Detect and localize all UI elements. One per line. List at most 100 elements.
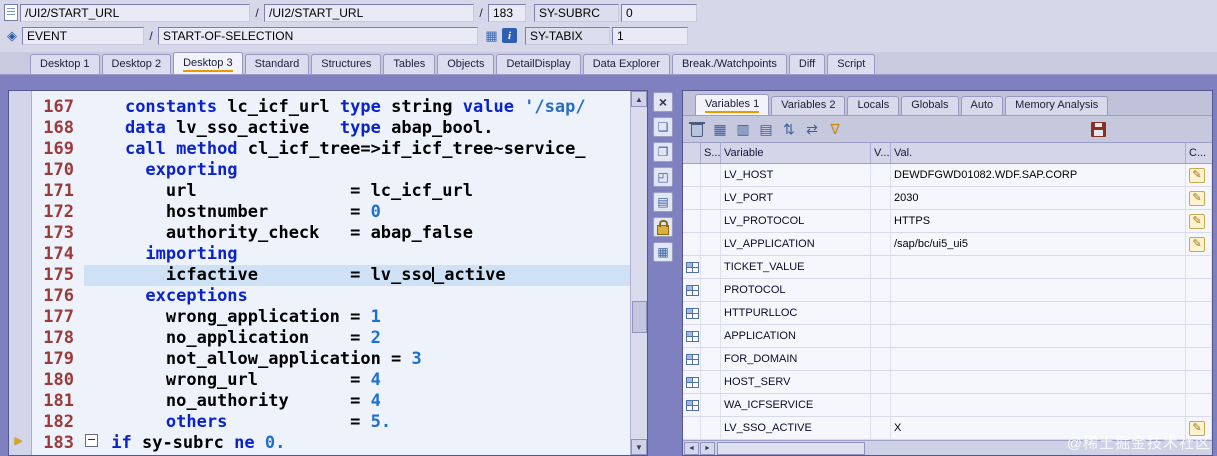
scroll-up-icon[interactable] [631, 91, 647, 107]
code-line-183[interactable]: 183 if sy-subrc ne 0. [32, 433, 631, 454]
code-line-177[interactable]: 177 wrong_application = 1 [32, 307, 631, 328]
variable-name-cell[interactable]: APPLICATION [721, 325, 871, 347]
value-cell[interactable] [891, 394, 1186, 416]
list-icon[interactable]: ▤ [653, 192, 673, 212]
value-cell[interactable]: /sap/bc/ui5_ui5 [891, 233, 1186, 255]
line-number-field[interactable]: 183 [488, 3, 526, 22]
variable-name-cell[interactable]: HOST_SERV [721, 371, 871, 393]
table-view-icon[interactable]: ▤ [757, 120, 775, 138]
event-type-field[interactable]: EVENT [22, 26, 144, 45]
code-line-181[interactable]: 181 no_authority = 4 [32, 391, 631, 412]
code-line-176[interactable]: 176 exceptions [32, 286, 631, 307]
variable-name-cell[interactable]: LV_APPLICATION [721, 233, 871, 255]
value-cell[interactable]: HTTPS [891, 210, 1186, 232]
include-field[interactable]: /UI2/START_URL [264, 3, 474, 22]
unlock-icon[interactable] [653, 217, 673, 237]
code-line-172[interactable]: 172 hostnumber = 0 [32, 202, 631, 223]
tab-diff[interactable]: Diff [788, 54, 826, 74]
code-line-171[interactable]: 171 url = lc_icf_url [32, 181, 631, 202]
tab-tables[interactable]: Tables [383, 54, 436, 74]
value-cell[interactable] [891, 256, 1186, 278]
variable-name-cell[interactable]: TICKET_VALUE [721, 256, 871, 278]
variable-row-httpurlloc[interactable]: HTTPURLLOC [683, 302, 1212, 325]
tab-data-explorer[interactable]: Data Explorer [582, 54, 670, 74]
delete-icon[interactable] [688, 120, 706, 138]
tab-script[interactable]: Script [827, 54, 876, 74]
variable-row-ticket-value[interactable]: TICKET_VALUE [683, 256, 1212, 279]
column-header-val[interactable]: Val. [891, 143, 1186, 163]
new-session-icon[interactable]: ❏ [653, 117, 673, 137]
change-layout-icon[interactable]: ▦ [711, 120, 729, 138]
tab-locals[interactable]: Locals [847, 96, 900, 115]
variable-row-host-serv[interactable]: HOST_SERV [683, 371, 1212, 394]
code-line-169[interactable]: 169 call method cl_icf_tree=>if_icf_tree… [32, 139, 631, 160]
event-name-field[interactable]: START-OF-SELECTION [158, 26, 478, 45]
variable-row-lv-protocol[interactable]: LV_PROTOCOL HTTPS [683, 210, 1212, 233]
scroll-left-icon[interactable] [684, 442, 699, 455]
value-cell[interactable]: 2030 [891, 187, 1186, 209]
editor-vertical-scrollbar[interactable] [630, 91, 647, 455]
column-header-variable[interactable]: Variable [721, 143, 871, 163]
variable-name-cell[interactable]: HTTPURLLOC [721, 302, 871, 324]
variable-name-cell[interactable]: FOR_DOMAIN [721, 348, 871, 370]
variable-row-lv-port[interactable]: LV_PORT 2030 [683, 187, 1212, 210]
main-program-field[interactable]: /UI2/START_URL [20, 3, 250, 22]
tab-memory-analysis[interactable]: Memory Analysis [1005, 96, 1109, 115]
variable-row-wa-icfservice[interactable]: WA_ICFSERVICE [683, 394, 1212, 417]
code-editor[interactable]: 167 constants lc_icf_url type string val… [8, 90, 648, 456]
edit-value-icon[interactable] [1189, 190, 1205, 206]
tab-standard[interactable]: Standard [244, 54, 310, 74]
scroll-right-icon[interactable] [700, 442, 715, 455]
tab-desktop-2[interactable]: Desktop 2 [101, 54, 172, 74]
value-cell[interactable] [891, 279, 1186, 301]
variable-row-protocol[interactable]: PROTOCOL [683, 279, 1212, 302]
value-cell[interactable] [891, 371, 1186, 393]
tab-variables-2[interactable]: Variables 2 [771, 96, 846, 115]
scrollbar-thumb[interactable] [717, 442, 865, 455]
variable-name-cell[interactable]: PROTOCOL [721, 279, 871, 301]
column-header-v[interactable]: V... [871, 143, 891, 163]
sy-subrc-value-field[interactable]: 0 [621, 3, 697, 22]
sort-icon[interactable]: ⇅ [780, 120, 798, 138]
filter-icon[interactable]: ∇ [826, 120, 844, 138]
edit-value-icon[interactable] [1189, 213, 1205, 229]
tab-desktop-3[interactable]: Desktop 3 [173, 52, 243, 74]
value-cell[interactable]: DEWDFGWD01082.WDF.SAP.CORP [891, 164, 1186, 186]
variable-name-cell[interactable]: LV_PROTOCOL [721, 210, 871, 232]
code-line-175[interactable]: 175 icfactive = lv_sso _active [32, 265, 631, 286]
code-line-167[interactable]: 167 constants lc_icf_url type string val… [32, 97, 631, 118]
sy-tabix-value-field[interactable]: 1 [612, 26, 688, 45]
collapse-icon[interactable] [85, 434, 98, 447]
code-line-178[interactable]: 178 no_application = 2 [32, 328, 631, 349]
tab-globals[interactable]: Globals [901, 96, 959, 115]
code-line-179[interactable]: 179 not_allow_application = 3 [32, 349, 631, 370]
scroll-down-icon[interactable] [631, 439, 647, 455]
save-layout-icon[interactable] [1089, 120, 1107, 138]
variable-row-lv-host[interactable]: LV_HOST DEWDFGWD01082.WDF.SAP.CORP [683, 164, 1212, 187]
value-cell[interactable] [891, 348, 1186, 370]
variable-row-for-domain[interactable]: FOR_DOMAIN [683, 348, 1212, 371]
maximize-icon[interactable]: ◰ [653, 167, 673, 187]
variable-name-cell[interactable]: LV_PORT [721, 187, 871, 209]
scrollbar-thumb[interactable] [632, 301, 647, 333]
value-cell[interactable] [891, 325, 1186, 347]
tab-structures[interactable]: Structures [311, 54, 382, 74]
copy-icon[interactable]: ❐ [653, 142, 673, 162]
table-display-icon[interactable]: ▦ [484, 28, 499, 44]
code-line-174[interactable]: 174 importing [32, 244, 631, 265]
code-line-168[interactable]: 168 data lv_sso_active type abap_bool. [32, 118, 631, 139]
tab-break-watchpoints[interactable]: Break./Watchpoints [671, 54, 787, 74]
variable-row-lv-application[interactable]: LV_APPLICATION/sap/bc/ui5_ui5 [683, 233, 1212, 256]
column-header-c[interactable]: C... [1186, 143, 1212, 163]
code-line-180[interactable]: 180 wrong_url = 4 [32, 370, 631, 391]
tab-objects[interactable]: Objects [437, 54, 495, 74]
variable-name-cell[interactable]: WA_ICFSERVICE [721, 394, 871, 416]
insert-row-icon[interactable]: ▥ [734, 120, 752, 138]
tab-variables-1[interactable]: Variables 1 [695, 94, 770, 115]
variable-row-application[interactable]: APPLICATION [683, 325, 1212, 348]
edit-value-icon[interactable] [1189, 167, 1205, 183]
tab-auto[interactable]: Auto [960, 96, 1004, 115]
tab-desktop-1[interactable]: Desktop 1 [30, 54, 100, 74]
tab-detaildisplay[interactable]: DetailDisplay [496, 54, 581, 74]
code-line-170[interactable]: 170 exporting [32, 160, 631, 181]
